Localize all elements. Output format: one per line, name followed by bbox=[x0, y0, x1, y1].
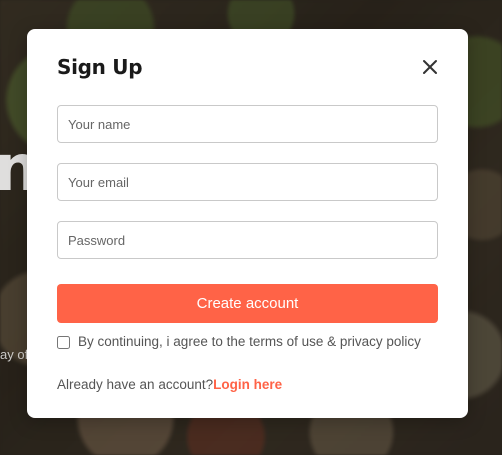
terms-row[interactable]: By continuing, i agree to the terms of u… bbox=[57, 334, 421, 349]
close-icon bbox=[423, 60, 437, 74]
create-account-button[interactable]: Create account bbox=[57, 284, 438, 323]
signup-modal: Sign Up Create account By continuing, i … bbox=[27, 29, 468, 418]
background-sub-text: ay of bbox=[0, 347, 29, 362]
terms-label: By continuing, i agree to the terms of u… bbox=[78, 334, 421, 349]
close-button[interactable] bbox=[416, 53, 444, 81]
email-input[interactable] bbox=[57, 163, 438, 201]
login-link[interactable]: Login here bbox=[213, 377, 282, 392]
name-input[interactable] bbox=[57, 105, 438, 143]
password-input[interactable] bbox=[57, 221, 438, 259]
login-prompt: Already have an account? bbox=[57, 377, 214, 392]
modal-title: Sign Up bbox=[57, 55, 143, 79]
terms-checkbox[interactable] bbox=[57, 336, 70, 349]
login-prompt-row: Already have an account?Login here bbox=[57, 377, 282, 392]
